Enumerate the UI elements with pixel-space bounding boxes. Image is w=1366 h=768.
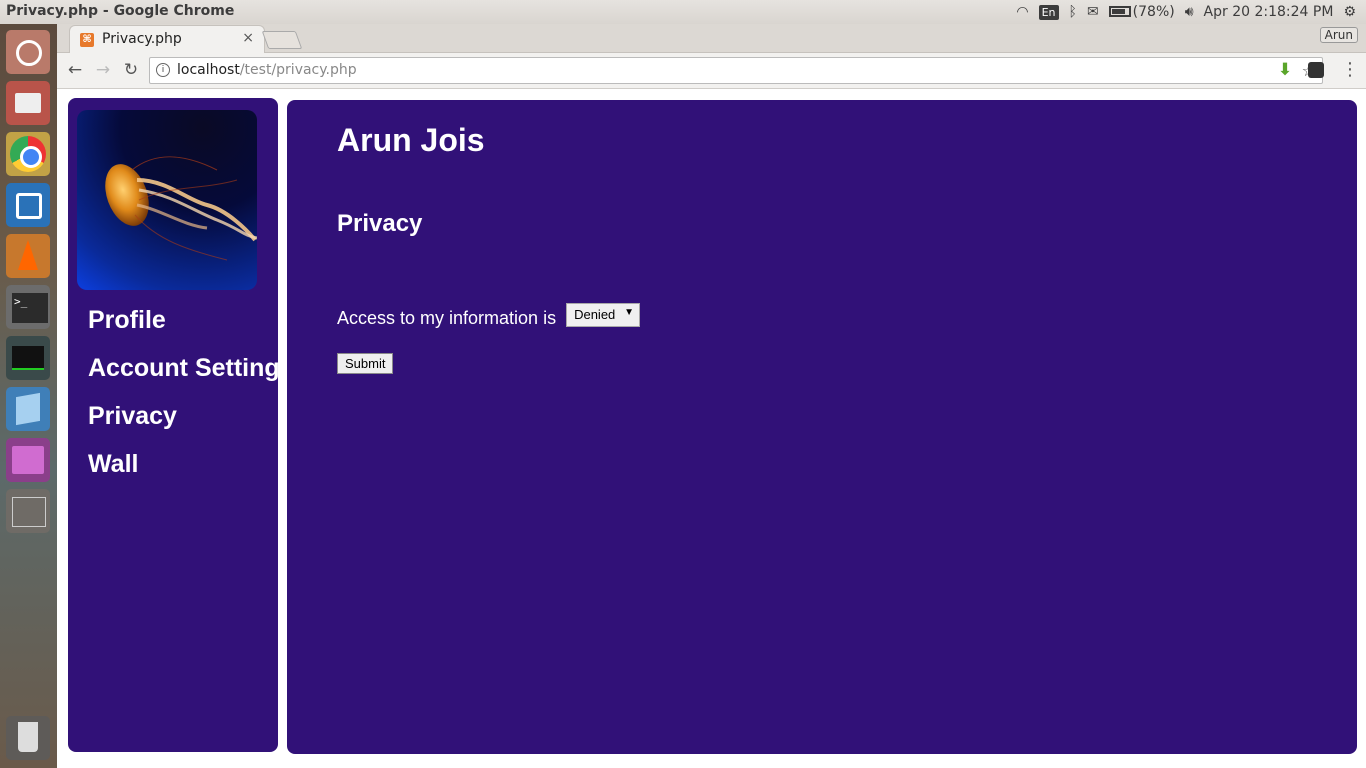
url-path: /test/privacy.php	[239, 62, 357, 78]
tab-close-icon[interactable]: ×	[242, 30, 254, 46]
page-viewport: Profile Account Setting Privacy Wall Aru…	[57, 90, 1366, 768]
xampp-favicon-icon: ⌘	[80, 33, 94, 47]
system-gear-icon[interactable]: ⚙	[1343, 4, 1356, 20]
system-monitor-icon[interactable]	[6, 336, 50, 380]
sidebar-item-wall[interactable]: Wall	[88, 450, 280, 478]
sidebar-item-privacy[interactable]: Privacy	[88, 402, 280, 430]
sidebar-item-profile[interactable]: Profile	[88, 306, 280, 334]
trash-icon[interactable]	[6, 716, 50, 760]
terminal-icon[interactable]	[6, 285, 50, 329]
user-name: Arun Jois	[337, 122, 485, 158]
box-icon[interactable]	[6, 387, 50, 431]
workspace-switcher-icon[interactable]	[6, 489, 50, 533]
tab-privacy[interactable]: ⌘ Privacy.php ×	[69, 25, 265, 53]
tab-title: Privacy.php	[102, 31, 182, 47]
virtualbox-icon[interactable]	[6, 183, 50, 227]
reload-icon[interactable]: ↻	[121, 60, 141, 80]
jellyfish-image	[105, 156, 257, 261]
url-host: localhost	[177, 62, 240, 78]
keyboard-layout[interactable]: En	[1038, 4, 1059, 20]
battery-percent: (78%)	[1132, 4, 1175, 20]
access-select-value: Denied	[574, 306, 616, 322]
mail-icon[interactable]: ✉	[1087, 4, 1099, 20]
battery-icon	[1108, 6, 1131, 17]
back-icon[interactable]: ←	[65, 60, 85, 80]
url-text: localhost/test/privacy.php	[177, 62, 357, 78]
purple-app-icon[interactable]	[6, 438, 50, 482]
window-title: Privacy.php - Google Chrome	[6, 3, 235, 19]
forward-icon[interactable]: →	[93, 60, 113, 80]
page-title: Privacy	[337, 210, 423, 237]
access-select[interactable]: Denied ▼	[566, 302, 641, 327]
site-info-icon[interactable]: i	[156, 63, 170, 77]
top-panel: Privacy.php - Google Chrome ◠ En ᛒ ✉ (78…	[0, 0, 1366, 24]
new-tab-button[interactable]	[261, 31, 303, 49]
extension-icon[interactable]	[1308, 62, 1324, 78]
browser-toolbar: ← → ↻ i localhost/test/privacy.php ☆ ⬇ ⋮	[57, 53, 1366, 89]
chrome-icon[interactable]	[6, 132, 50, 176]
sidebar-item-account-setting[interactable]: Account Setting	[88, 354, 280, 382]
files-icon[interactable]	[6, 81, 50, 125]
sidebar: Profile Account Setting Privacy Wall	[68, 98, 280, 752]
system-tray: ◠ En ᛒ ✉ (78%) 🔊︎ Apr 20 2:18:24 PM ⚙	[1016, 0, 1366, 24]
volume-icon[interactable]: 🔊︎	[1185, 4, 1194, 20]
main-panel: Arun Jois Privacy Access to my informati…	[287, 100, 1357, 754]
ubuntu-icon[interactable]	[6, 30, 50, 74]
dropdown-arrow-icon: ▼	[624, 306, 635, 318]
wifi-icon[interactable]: ◠	[1016, 4, 1028, 20]
tab-bar: ⌘ Privacy.php × Arun	[57, 24, 1366, 53]
vlc-icon[interactable]	[6, 234, 50, 278]
profile-button[interactable]: Arun	[1319, 27, 1358, 43]
access-label: Access to my information is	[337, 308, 557, 328]
browser-window: ⌘ Privacy.php × Arun ← → ↻ i localhost/t…	[57, 24, 1366, 768]
bluetooth-icon[interactable]: ᛒ	[1069, 4, 1077, 20]
address-bar[interactable]: i localhost/test/privacy.php ☆	[149, 57, 1323, 84]
access-form-row: Access to my information is Denied ▼	[337, 300, 641, 329]
launcher	[0, 24, 57, 768]
submit-button[interactable]: Submit	[337, 353, 394, 374]
sidebar-nav: Profile Account Setting Privacy Wall	[88, 306, 280, 498]
download-extension-icon[interactable]: ⬇	[1276, 61, 1294, 79]
chrome-menu-icon[interactable]: ⋮	[1341, 59, 1359, 80]
clock[interactable]: Apr 20 2:18:24 PM	[1204, 4, 1334, 20]
profile-avatar	[77, 110, 257, 290]
battery-indicator[interactable]: (78%)	[1108, 4, 1175, 20]
